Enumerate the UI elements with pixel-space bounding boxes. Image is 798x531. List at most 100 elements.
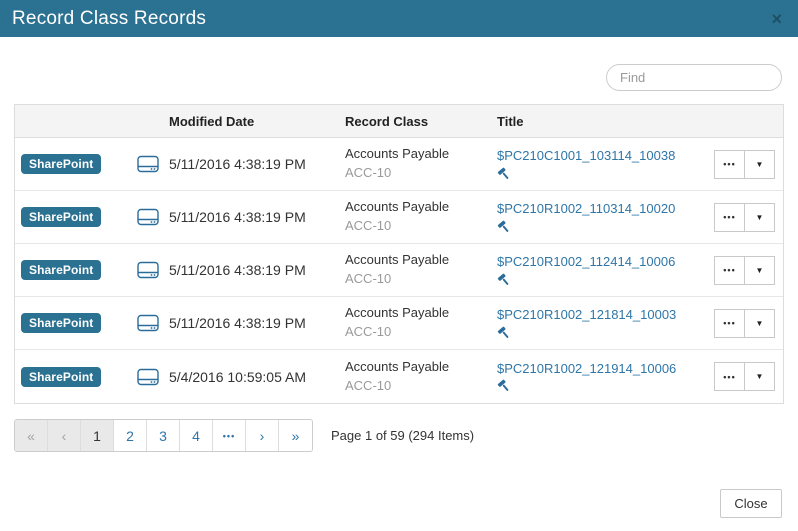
row-dropdown-button[interactable]: ▼	[744, 362, 775, 391]
chevron-down-icon: ▼	[756, 213, 764, 222]
record-class-name: Accounts Payable	[345, 358, 497, 377]
pager-prev-button[interactable]: ‹	[48, 420, 81, 451]
disk-drive-icon	[127, 208, 169, 226]
row-actions: ••• ▼	[707, 203, 783, 232]
source-badge-cell: SharePoint	[15, 260, 127, 280]
sharepoint-badge: SharePoint	[21, 367, 101, 387]
pager-page-1[interactable]: 1	[81, 420, 114, 451]
sharepoint-badge: SharePoint	[21, 313, 101, 333]
more-actions-button[interactable]: •••	[714, 203, 745, 232]
ellipsis-icon: •••	[723, 265, 735, 275]
dialog-titlebar: Record Class Records ×	[0, 0, 798, 37]
gavel-icon	[497, 167, 707, 181]
disk-drive-icon	[127, 314, 169, 332]
pager-ellipsis-button[interactable]: •••	[213, 420, 246, 451]
close-button[interactable]: Close	[720, 489, 782, 518]
chevron-down-icon: ▼	[756, 266, 764, 275]
more-actions-button[interactable]: •••	[714, 362, 745, 391]
record-class-cell: Accounts Payable ACC-10	[345, 304, 497, 342]
table-header-row: Modified Date Record Class Title	[15, 105, 783, 138]
column-header-modified-date: Modified Date	[169, 114, 345, 129]
title-cell: $PC210R1002_121914_10006	[497, 360, 707, 393]
source-badge-cell: SharePoint	[15, 154, 127, 174]
record-class-name: Accounts Payable	[345, 304, 497, 323]
row-actions: ••• ▼	[707, 362, 783, 391]
title-cell: $PC210C1001_103114_10038	[497, 147, 707, 180]
records-table: Modified Date Record Class Title SharePo…	[14, 104, 784, 404]
disk-drive-icon	[127, 261, 169, 279]
sharepoint-badge: SharePoint	[21, 260, 101, 280]
record-class-name: Accounts Payable	[345, 145, 497, 164]
pager-page-3[interactable]: 3	[147, 420, 180, 451]
record-class-code: ACC-10	[345, 377, 497, 396]
column-header-title: Title	[497, 114, 707, 129]
more-actions-button[interactable]: •••	[714, 150, 745, 179]
record-class-cell: Accounts Payable ACC-10	[345, 251, 497, 289]
pager-first-button[interactable]: «	[15, 420, 48, 451]
modified-date: 5/11/2016 4:38:19 PM	[169, 315, 345, 331]
record-title-link[interactable]: $PC210C1001_103114_10038	[497, 147, 707, 165]
modified-date: 5/11/2016 4:38:19 PM	[169, 209, 345, 225]
chevron-down-icon: ▼	[756, 319, 764, 328]
source-badge-cell: SharePoint	[15, 313, 127, 333]
modified-date: 5/11/2016 4:38:19 PM	[169, 262, 345, 278]
row-actions: ••• ▼	[707, 150, 783, 179]
record-class-code: ACC-10	[345, 217, 497, 236]
pager-status: Page 1 of 59 (294 Items)	[331, 428, 474, 443]
pager-next-button[interactable]: ›	[246, 420, 279, 451]
title-cell: $PC210R1002_112414_10006	[497, 253, 707, 286]
ellipsis-icon: •••	[723, 212, 735, 222]
record-class-name: Accounts Payable	[345, 198, 497, 217]
record-class-name: Accounts Payable	[345, 251, 497, 270]
record-class-cell: Accounts Payable ACC-10	[345, 358, 497, 396]
row-dropdown-button[interactable]: ▼	[744, 203, 775, 232]
find-row	[0, 64, 782, 91]
record-class-cell: Accounts Payable ACC-10	[345, 145, 497, 183]
gavel-icon	[497, 379, 707, 393]
ellipsis-icon: •••	[723, 159, 735, 169]
sharepoint-badge: SharePoint	[21, 154, 101, 174]
pager: « ‹ 1 2 3 4 ••• › »	[14, 419, 313, 452]
record-title-link[interactable]: $PC210R1002_121914_10006	[497, 360, 707, 378]
pager-page-2[interactable]: 2	[114, 420, 147, 451]
record-title-link[interactable]: $PC210R1002_112414_10006	[497, 253, 707, 271]
gavel-icon	[497, 326, 707, 340]
more-actions-button[interactable]: •••	[714, 309, 745, 338]
record-title-link[interactable]: $PC210R1002_110314_10020	[497, 200, 707, 218]
sharepoint-badge: SharePoint	[21, 207, 101, 227]
row-dropdown-button[interactable]: ▼	[744, 309, 775, 338]
record-title-link[interactable]: $PC210R1002_121814_10003	[497, 306, 707, 324]
title-cell: $PC210R1002_110314_10020	[497, 200, 707, 233]
table-row: SharePoint 5/11/2016 4:38:19 PM Accounts…	[15, 138, 783, 191]
record-class-code: ACC-10	[345, 164, 497, 183]
disk-drive-icon	[127, 155, 169, 173]
row-dropdown-button[interactable]: ▼	[744, 150, 775, 179]
table-row: SharePoint 5/11/2016 4:38:19 PM Accounts…	[15, 191, 783, 244]
row-dropdown-button[interactable]: ▼	[744, 256, 775, 285]
table-row: SharePoint 5/4/2016 10:59:05 AM Accounts…	[15, 350, 783, 403]
close-icon[interactable]: ×	[771, 10, 782, 28]
row-actions: ••• ▼	[707, 309, 783, 338]
dialog-title: Record Class Records	[12, 8, 206, 30]
find-input[interactable]	[606, 64, 782, 91]
column-header-record-class: Record Class	[345, 114, 497, 129]
source-badge-cell: SharePoint	[15, 207, 127, 227]
gavel-icon	[497, 220, 707, 234]
chevron-down-icon: ▼	[756, 372, 764, 381]
modified-date: 5/11/2016 4:38:19 PM	[169, 156, 345, 172]
record-class-code: ACC-10	[345, 323, 497, 342]
table-row: SharePoint 5/11/2016 4:38:19 PM Accounts…	[15, 297, 783, 350]
more-actions-button[interactable]: •••	[714, 256, 745, 285]
chevron-down-icon: ▼	[756, 160, 764, 169]
ellipsis-icon: •••	[723, 372, 735, 382]
pager-page-4[interactable]: 4	[180, 420, 213, 451]
gavel-icon	[497, 273, 707, 287]
title-cell: $PC210R1002_121814_10003	[497, 306, 707, 339]
modified-date: 5/4/2016 10:59:05 AM	[169, 369, 345, 385]
source-badge-cell: SharePoint	[15, 367, 127, 387]
pager-last-button[interactable]: »	[279, 420, 312, 451]
record-class-code: ACC-10	[345, 270, 497, 289]
record-class-cell: Accounts Payable ACC-10	[345, 198, 497, 236]
row-actions: ••• ▼	[707, 256, 783, 285]
pagination-row: « ‹ 1 2 3 4 ••• › » Page 1 of 59 (294 It…	[14, 419, 784, 452]
